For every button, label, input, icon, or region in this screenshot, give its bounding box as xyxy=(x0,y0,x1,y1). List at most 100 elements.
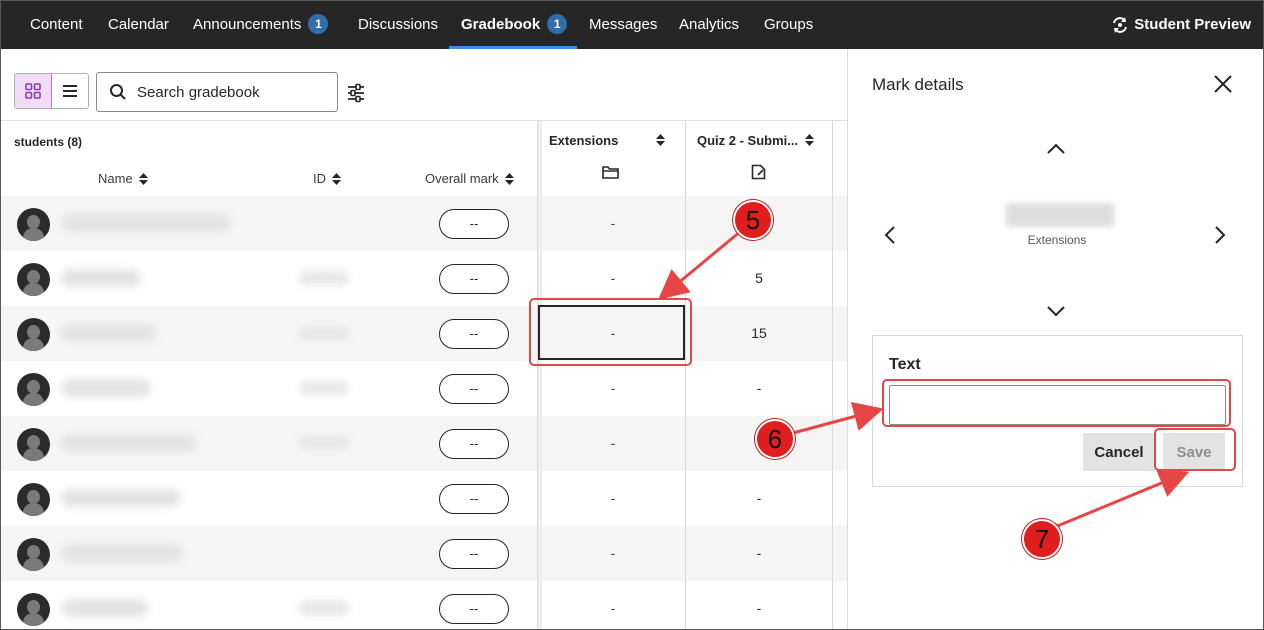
course-top-nav: Content Calendar Announcements 1 Discussi… xyxy=(1,1,1263,49)
extensions-cell[interactable]: - xyxy=(542,196,684,251)
nav-messages[interactable]: Messages xyxy=(589,1,657,49)
nav-gradebook[interactable]: Gradebook 1 xyxy=(461,1,568,49)
table-row: -- - 15 xyxy=(1,306,847,361)
search-input[interactable] xyxy=(137,83,337,101)
search-icon xyxy=(110,84,126,100)
chevron-down-icon[interactable] xyxy=(1046,305,1066,317)
quiz-cell[interactable]: - xyxy=(686,581,832,629)
nav-content[interactable]: Content xyxy=(30,1,83,49)
list-view-button[interactable] xyxy=(52,74,89,108)
nav-discussions[interactable]: Discussions xyxy=(358,1,438,49)
grid-view-button[interactable] xyxy=(15,74,52,108)
nav-calendar[interactable]: Calendar xyxy=(108,1,169,49)
student-preview-label: Student Preview xyxy=(1134,16,1251,33)
overall-mark-pill[interactable]: -- xyxy=(439,264,509,294)
text-field-label: Text xyxy=(889,356,921,373)
student-id-redacted xyxy=(299,271,349,285)
nav-gradebook-label: Gradebook xyxy=(461,16,541,33)
extensions-cell[interactable]: - xyxy=(542,361,684,416)
quiz-cell[interactable]: - xyxy=(686,471,832,526)
refresh-eye-icon xyxy=(1113,17,1128,33)
avatar xyxy=(17,593,50,626)
quiz-cell[interactable]: - xyxy=(686,526,832,581)
overall-mark-pill[interactable]: -- xyxy=(439,209,509,239)
sort-icon xyxy=(504,172,514,185)
extensions-cell[interactable]: - xyxy=(542,581,684,629)
app-window: Content Calendar Announcements 1 Discussi… xyxy=(0,0,1264,630)
extensions-cell[interactable]: - xyxy=(542,416,684,471)
avatar xyxy=(17,318,50,351)
overall-mark-pill[interactable]: -- xyxy=(439,484,509,514)
step-6-badge: 6 xyxy=(755,419,795,459)
student-name-redacted[interactable] xyxy=(61,214,231,232)
chevron-up-icon[interactable] xyxy=(1046,143,1066,155)
name-column-header[interactable]: Name xyxy=(98,171,148,186)
id-column-header[interactable]: ID xyxy=(313,171,341,186)
nav-analytics[interactable]: Analytics xyxy=(679,1,739,49)
extensions-column-label[interactable]: Extensions xyxy=(549,133,618,148)
folder-icon xyxy=(602,166,619,179)
sort-icon xyxy=(332,172,341,185)
nav-groups[interactable]: Groups xyxy=(764,1,813,49)
overall-mark-pill[interactable]: -- xyxy=(439,319,509,349)
overall-mark-pill[interactable]: -- xyxy=(439,374,509,404)
table-row: -- - xyxy=(1,416,847,471)
nav-announcements[interactable]: Announcements 1 xyxy=(193,1,329,49)
avatar xyxy=(17,373,50,406)
quiz-cell[interactable]: 5 xyxy=(686,251,832,306)
students-count-header: students (8) xyxy=(14,135,83,149)
overall-mark-column-label: Overall mark xyxy=(425,171,499,186)
student-name-redacted[interactable] xyxy=(61,599,149,617)
column-divider xyxy=(685,121,686,629)
table-row: -- - - xyxy=(1,526,847,581)
quiz-cell[interactable]: 15 xyxy=(686,306,832,361)
sort-icon[interactable] xyxy=(656,134,665,146)
table-row: -- - - xyxy=(1,471,847,526)
close-icon[interactable] xyxy=(1214,75,1232,93)
student-id-redacted xyxy=(299,601,349,615)
announcements-count-badge: 1 xyxy=(308,14,329,34)
avatar xyxy=(17,208,50,241)
highlight-save-button xyxy=(1154,428,1236,471)
view-toggle xyxy=(14,73,89,109)
student-name-redacted[interactable] xyxy=(61,379,151,397)
student-name-redacted[interactable] xyxy=(61,489,181,507)
student-name-redacted[interactable] xyxy=(61,269,141,287)
chevron-right-icon[interactable] xyxy=(1214,225,1226,245)
panel-column-name: Extensions xyxy=(1027,233,1087,247)
table-row: -- - - xyxy=(1,361,847,416)
student-name-redacted[interactable] xyxy=(61,544,183,562)
panel-title: Mark details xyxy=(872,75,964,94)
filter-sliders-icon[interactable] xyxy=(347,83,365,103)
frozen-column-shadow xyxy=(538,121,542,629)
column-divider xyxy=(832,121,833,629)
extensions-cell[interactable]: - xyxy=(542,526,684,581)
avatar xyxy=(17,263,50,296)
overall-mark-column-header[interactable]: Overall mark xyxy=(425,171,514,186)
student-id-redacted xyxy=(299,436,349,450)
student-name-redacted xyxy=(1006,203,1114,227)
overall-mark-pill[interactable]: -- xyxy=(439,539,509,569)
assignment-icon xyxy=(751,164,766,180)
step-7-badge: 7 xyxy=(1022,519,1062,559)
cancel-button[interactable]: Cancel xyxy=(1083,433,1155,471)
sort-icon xyxy=(138,172,148,185)
student-name-redacted[interactable] xyxy=(61,324,156,342)
step-5-badge: 5 xyxy=(733,200,773,240)
student-id-redacted xyxy=(299,326,349,340)
student-preview-button[interactable]: Student Preview xyxy=(1111,1,1251,49)
student-name-redacted[interactable] xyxy=(61,434,196,452)
quiz-cell[interactable]: - xyxy=(686,361,832,416)
table-row: -- - - xyxy=(1,581,847,629)
list-view-icon xyxy=(62,85,77,97)
nav-announcements-label: Announcements xyxy=(193,16,302,33)
overall-mark-pill[interactable]: -- xyxy=(439,429,509,459)
overall-mark-pill[interactable]: -- xyxy=(439,594,509,624)
extensions-cell[interactable]: - xyxy=(542,471,684,526)
highlight-extensions-cell xyxy=(529,298,692,366)
sort-icon[interactable] xyxy=(805,134,814,146)
quiz-column-label[interactable]: Quiz 2 - Submi... xyxy=(697,133,798,148)
table-row: -- - 5 xyxy=(1,251,847,306)
gradebook-grid: students (8) Name ID Overall mark -- - -… xyxy=(1,121,847,629)
gradebook-count-badge: 1 xyxy=(547,14,568,34)
